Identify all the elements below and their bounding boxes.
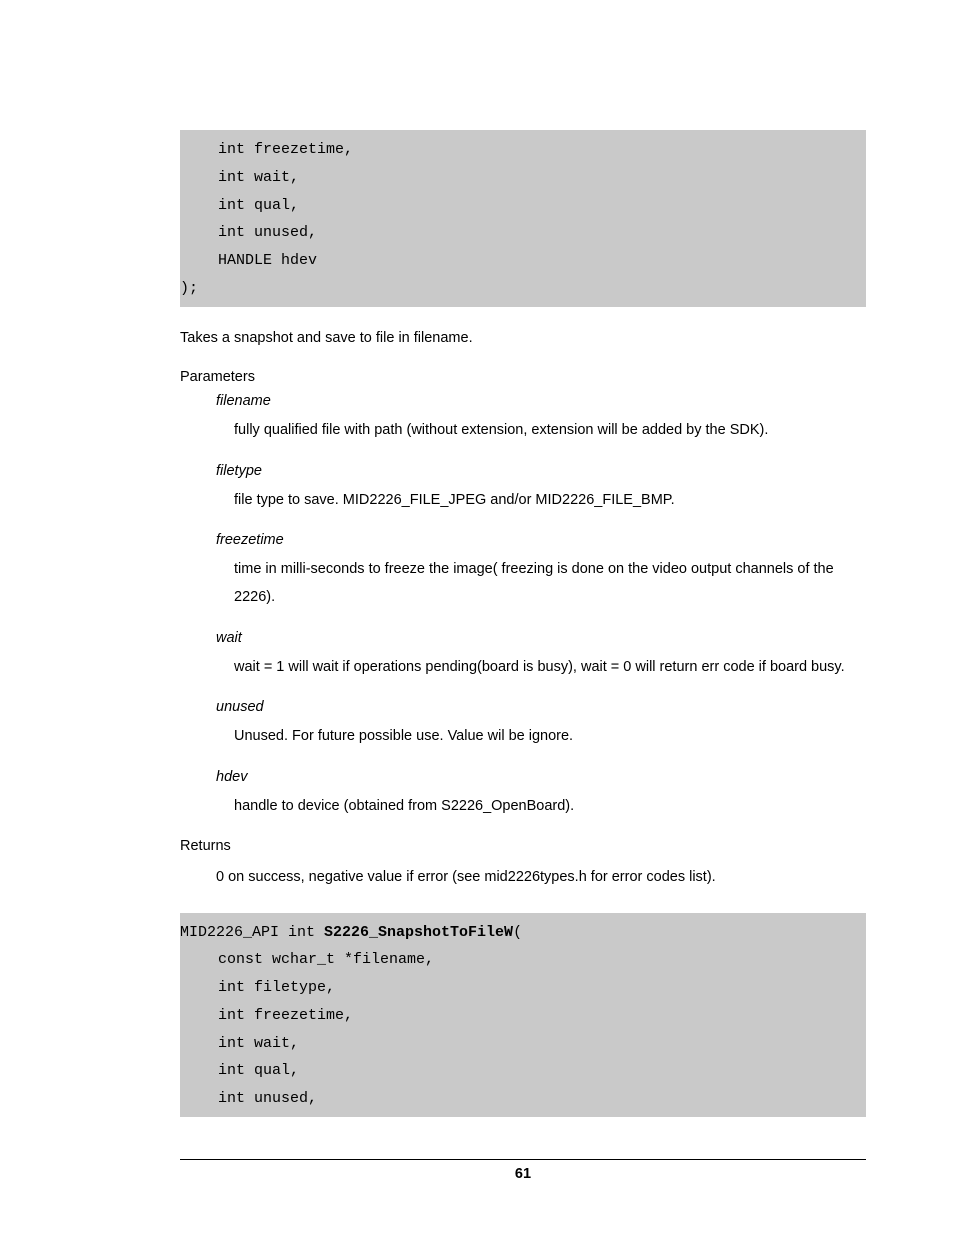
code-block-top: int freezetime,int wait,int qual,int unu… [180, 130, 866, 307]
sig-prefix: MID2226_API int [180, 924, 324, 941]
param-wait: wait wait = 1 will wait if operations pe… [216, 630, 866, 682]
sig-open: ( [513, 924, 522, 941]
param-name: freezetime [216, 532, 866, 548]
param-desc: handle to device (obtained from S2226_Op… [234, 793, 866, 821]
code-line: int freezetime, [180, 136, 866, 164]
param-name: filename [216, 393, 866, 409]
code-signature: MID2226_API int S2226_SnapshotToFileW( [180, 919, 866, 947]
code-line: int unused, [180, 219, 866, 247]
code-line: int unused, [180, 1085, 866, 1113]
returns-desc: 0 on success, negative value if error (s… [216, 869, 866, 885]
code-line: const wchar_t *filename, [180, 946, 866, 974]
code-line: ); [180, 275, 866, 303]
param-unused: unused Unused. For future possible use. … [216, 699, 866, 751]
code-line: int filetype, [180, 974, 866, 1002]
param-filename: filename fully qualified file with path … [216, 393, 866, 445]
code-line: int wait, [180, 164, 866, 192]
page-content: int freezetime,int wait,int qual,int unu… [0, 0, 954, 1222]
page-number: 61 [180, 1166, 866, 1182]
returns-label: Returns [180, 838, 866, 854]
param-desc: time in milli-seconds to freeze the imag… [234, 556, 866, 611]
parameters-label: Parameters [180, 369, 866, 385]
sig-name: S2226_SnapshotToFileW [324, 924, 513, 941]
param-desc: fully qualified file with path (without … [234, 417, 866, 445]
footer-rule [180, 1159, 866, 1160]
param-desc: Unused. For future possible use. Value w… [234, 723, 866, 751]
param-filetype: filetype file type to save. MID2226_FILE… [216, 463, 866, 515]
param-desc: file type to save. MID2226_FILE_JPEG and… [234, 487, 866, 515]
intro-paragraph: Takes a snapshot and save to file in fil… [180, 325, 866, 352]
param-hdev: hdev handle to device (obtained from S22… [216, 769, 866, 821]
param-name: filetype [216, 463, 866, 479]
code-line: int qual, [180, 1057, 866, 1085]
code-line: HANDLE hdev [180, 247, 866, 275]
param-desc: wait = 1 will wait if operations pending… [234, 654, 866, 682]
code-line: int qual, [180, 192, 866, 220]
param-name: unused [216, 699, 866, 715]
param-name: hdev [216, 769, 866, 785]
param-freezetime: freezetime time in milli-seconds to free… [216, 532, 866, 611]
code-line: int freezetime, [180, 1002, 866, 1030]
code-block-bottom: MID2226_API int S2226_SnapshotToFileW(co… [180, 913, 866, 1117]
param-name: wait [216, 630, 866, 646]
code-line: int wait, [180, 1030, 866, 1058]
